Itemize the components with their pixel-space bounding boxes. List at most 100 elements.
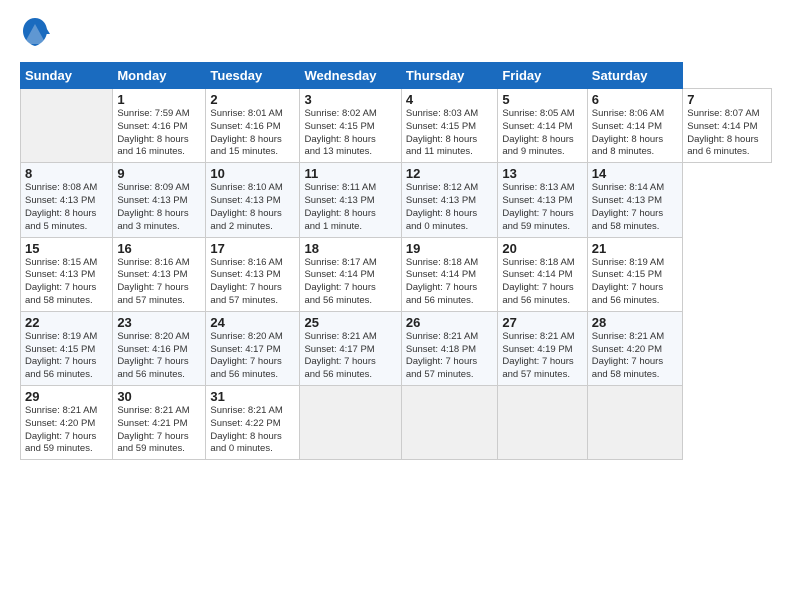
day-info: Sunrise: 8:12 AM Sunset: 4:13 PM Dayligh… bbox=[406, 182, 494, 233]
day-info: Sunrise: 7:59 AM Sunset: 4:16 PM Dayligh… bbox=[117, 108, 201, 159]
day-number: 7 bbox=[687, 92, 767, 107]
calendar-day-cell: 28Sunrise: 8:21 AM Sunset: 4:20 PM Dayli… bbox=[587, 311, 682, 385]
day-info: Sunrise: 8:18 AM Sunset: 4:14 PM Dayligh… bbox=[502, 257, 582, 308]
calendar-table: SundayMondayTuesdayWednesdayThursdayFrid… bbox=[20, 62, 772, 460]
day-number: 20 bbox=[502, 241, 582, 256]
day-info: Sunrise: 8:03 AM Sunset: 4:15 PM Dayligh… bbox=[406, 108, 494, 159]
day-info: Sunrise: 8:19 AM Sunset: 4:15 PM Dayligh… bbox=[25, 331, 108, 382]
day-number: 9 bbox=[117, 166, 201, 181]
calendar-day-cell: 4Sunrise: 8:03 AM Sunset: 4:15 PM Daylig… bbox=[401, 89, 498, 163]
day-info: Sunrise: 8:16 AM Sunset: 4:13 PM Dayligh… bbox=[210, 257, 295, 308]
calendar-day-cell: 31Sunrise: 8:21 AM Sunset: 4:22 PM Dayli… bbox=[206, 386, 300, 460]
calendar-header-friday: Friday bbox=[498, 63, 587, 89]
day-info: Sunrise: 8:21 AM Sunset: 4:17 PM Dayligh… bbox=[304, 331, 396, 382]
empty-cell bbox=[498, 386, 587, 460]
page: SundayMondayTuesdayWednesdayThursdayFrid… bbox=[0, 0, 792, 612]
calendar-day-cell: 11Sunrise: 8:11 AM Sunset: 4:13 PM Dayli… bbox=[300, 163, 401, 237]
day-info: Sunrise: 8:06 AM Sunset: 4:14 PM Dayligh… bbox=[592, 108, 678, 159]
calendar-day-cell: 5Sunrise: 8:05 AM Sunset: 4:14 PM Daylig… bbox=[498, 89, 587, 163]
calendar-week-row: 15Sunrise: 8:15 AM Sunset: 4:13 PM Dayli… bbox=[21, 237, 772, 311]
calendar-day-cell: 27Sunrise: 8:21 AM Sunset: 4:19 PM Dayli… bbox=[498, 311, 587, 385]
day-info: Sunrise: 8:02 AM Sunset: 4:15 PM Dayligh… bbox=[304, 108, 396, 159]
day-info: Sunrise: 8:18 AM Sunset: 4:14 PM Dayligh… bbox=[406, 257, 494, 308]
calendar-day-cell: 16Sunrise: 8:16 AM Sunset: 4:13 PM Dayli… bbox=[113, 237, 206, 311]
day-info: Sunrise: 8:01 AM Sunset: 4:16 PM Dayligh… bbox=[210, 108, 295, 159]
day-info: Sunrise: 8:10 AM Sunset: 4:13 PM Dayligh… bbox=[210, 182, 295, 233]
calendar-day-cell: 20Sunrise: 8:18 AM Sunset: 4:14 PM Dayli… bbox=[498, 237, 587, 311]
calendar-day-cell: 18Sunrise: 8:17 AM Sunset: 4:14 PM Dayli… bbox=[300, 237, 401, 311]
calendar-day-cell: 21Sunrise: 8:19 AM Sunset: 4:15 PM Dayli… bbox=[587, 237, 682, 311]
day-number: 28 bbox=[592, 315, 678, 330]
calendar-day-cell: 15Sunrise: 8:15 AM Sunset: 4:13 PM Dayli… bbox=[21, 237, 113, 311]
logo bbox=[20, 16, 54, 52]
calendar-header-monday: Monday bbox=[113, 63, 206, 89]
day-info: Sunrise: 8:08 AM Sunset: 4:13 PM Dayligh… bbox=[25, 182, 108, 233]
day-number: 5 bbox=[502, 92, 582, 107]
day-info: Sunrise: 8:21 AM Sunset: 4:18 PM Dayligh… bbox=[406, 331, 494, 382]
day-info: Sunrise: 8:16 AM Sunset: 4:13 PM Dayligh… bbox=[117, 257, 201, 308]
day-number: 23 bbox=[117, 315, 201, 330]
empty-cell bbox=[587, 386, 682, 460]
calendar-header-saturday: Saturday bbox=[587, 63, 682, 89]
calendar-day-cell: 24Sunrise: 8:20 AM Sunset: 4:17 PM Dayli… bbox=[206, 311, 300, 385]
day-number: 29 bbox=[25, 389, 108, 404]
day-info: Sunrise: 8:21 AM Sunset: 4:19 PM Dayligh… bbox=[502, 331, 582, 382]
calendar-day-cell: 17Sunrise: 8:16 AM Sunset: 4:13 PM Dayli… bbox=[206, 237, 300, 311]
calendar-day-cell: 3Sunrise: 8:02 AM Sunset: 4:15 PM Daylig… bbox=[300, 89, 401, 163]
day-info: Sunrise: 8:14 AM Sunset: 4:13 PM Dayligh… bbox=[592, 182, 678, 233]
day-number: 1 bbox=[117, 92, 201, 107]
day-info: Sunrise: 8:19 AM Sunset: 4:15 PM Dayligh… bbox=[592, 257, 678, 308]
day-info: Sunrise: 8:05 AM Sunset: 4:14 PM Dayligh… bbox=[502, 108, 582, 159]
calendar-day-cell: 26Sunrise: 8:21 AM Sunset: 4:18 PM Dayli… bbox=[401, 311, 498, 385]
calendar-header-thursday: Thursday bbox=[401, 63, 498, 89]
day-number: 27 bbox=[502, 315, 582, 330]
calendar-day-cell: 30Sunrise: 8:21 AM Sunset: 4:21 PM Dayli… bbox=[113, 386, 206, 460]
day-number: 14 bbox=[592, 166, 678, 181]
day-number: 15 bbox=[25, 241, 108, 256]
calendar-day-cell: 12Sunrise: 8:12 AM Sunset: 4:13 PM Dayli… bbox=[401, 163, 498, 237]
calendar-day-cell: 25Sunrise: 8:21 AM Sunset: 4:17 PM Dayli… bbox=[300, 311, 401, 385]
day-number: 4 bbox=[406, 92, 494, 107]
day-number: 18 bbox=[304, 241, 396, 256]
day-number: 31 bbox=[210, 389, 295, 404]
day-info: Sunrise: 8:20 AM Sunset: 4:16 PM Dayligh… bbox=[117, 331, 201, 382]
calendar-day-cell: 1Sunrise: 7:59 AM Sunset: 4:16 PM Daylig… bbox=[113, 89, 206, 163]
calendar-day-cell: 19Sunrise: 8:18 AM Sunset: 4:14 PM Dayli… bbox=[401, 237, 498, 311]
day-info: Sunrise: 8:13 AM Sunset: 4:13 PM Dayligh… bbox=[502, 182, 582, 233]
calendar-week-row: 8Sunrise: 8:08 AM Sunset: 4:13 PM Daylig… bbox=[21, 163, 772, 237]
empty-cell bbox=[21, 89, 113, 163]
calendar-day-cell: 23Sunrise: 8:20 AM Sunset: 4:16 PM Dayli… bbox=[113, 311, 206, 385]
logo-icon bbox=[20, 16, 50, 52]
day-number: 26 bbox=[406, 315, 494, 330]
day-info: Sunrise: 8:11 AM Sunset: 4:13 PM Dayligh… bbox=[304, 182, 396, 233]
calendar-week-row: 22Sunrise: 8:19 AM Sunset: 4:15 PM Dayli… bbox=[21, 311, 772, 385]
day-info: Sunrise: 8:09 AM Sunset: 4:13 PM Dayligh… bbox=[117, 182, 201, 233]
day-number: 13 bbox=[502, 166, 582, 181]
day-info: Sunrise: 8:17 AM Sunset: 4:14 PM Dayligh… bbox=[304, 257, 396, 308]
calendar-day-cell: 22Sunrise: 8:19 AM Sunset: 4:15 PM Dayli… bbox=[21, 311, 113, 385]
calendar-day-cell: 7Sunrise: 8:07 AM Sunset: 4:14 PM Daylig… bbox=[683, 89, 772, 163]
calendar-header-tuesday: Tuesday bbox=[206, 63, 300, 89]
calendar-day-cell: 13Sunrise: 8:13 AM Sunset: 4:13 PM Dayli… bbox=[498, 163, 587, 237]
day-number: 11 bbox=[304, 166, 396, 181]
calendar-header-row: SundayMondayTuesdayWednesdayThursdayFrid… bbox=[21, 63, 772, 89]
day-number: 19 bbox=[406, 241, 494, 256]
calendar-day-cell: 29Sunrise: 8:21 AM Sunset: 4:20 PM Dayli… bbox=[21, 386, 113, 460]
day-number: 24 bbox=[210, 315, 295, 330]
day-number: 10 bbox=[210, 166, 295, 181]
calendar-day-cell: 9Sunrise: 8:09 AM Sunset: 4:13 PM Daylig… bbox=[113, 163, 206, 237]
calendar-day-cell: 14Sunrise: 8:14 AM Sunset: 4:13 PM Dayli… bbox=[587, 163, 682, 237]
day-number: 6 bbox=[592, 92, 678, 107]
calendar-day-cell: 10Sunrise: 8:10 AM Sunset: 4:13 PM Dayli… bbox=[206, 163, 300, 237]
calendar-header-wednesday: Wednesday bbox=[300, 63, 401, 89]
day-number: 25 bbox=[304, 315, 396, 330]
day-number: 30 bbox=[117, 389, 201, 404]
day-number: 3 bbox=[304, 92, 396, 107]
day-number: 22 bbox=[25, 315, 108, 330]
calendar-header-sunday: Sunday bbox=[21, 63, 113, 89]
empty-cell bbox=[300, 386, 401, 460]
calendar-day-cell: 2Sunrise: 8:01 AM Sunset: 4:16 PM Daylig… bbox=[206, 89, 300, 163]
day-info: Sunrise: 8:21 AM Sunset: 4:20 PM Dayligh… bbox=[25, 405, 108, 456]
day-info: Sunrise: 8:21 AM Sunset: 4:21 PM Dayligh… bbox=[117, 405, 201, 456]
calendar-week-row: 29Sunrise: 8:21 AM Sunset: 4:20 PM Dayli… bbox=[21, 386, 772, 460]
